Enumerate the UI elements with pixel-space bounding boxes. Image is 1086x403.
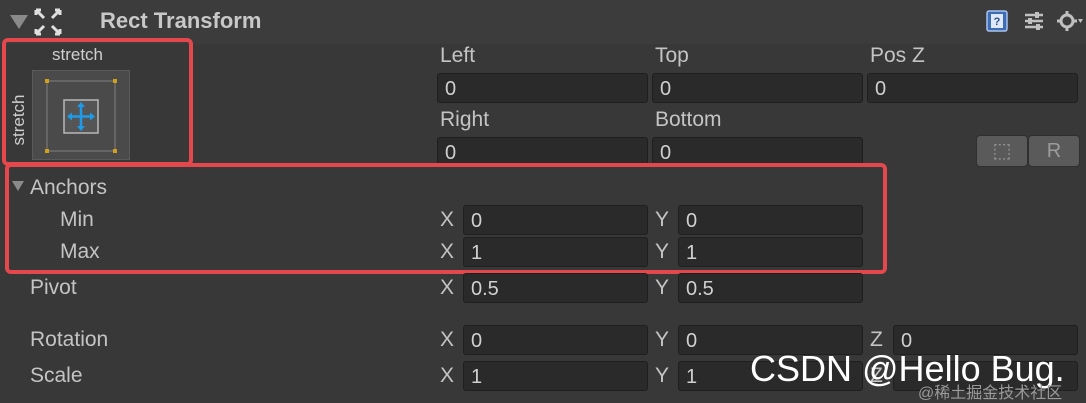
- bottom-label: Bottom: [655, 108, 722, 131]
- pos-z-field[interactable]: 0: [867, 73, 1078, 103]
- scale-x-label[interactable]: X: [440, 364, 454, 388]
- pivot-x-field[interactable]: 0.5: [463, 273, 648, 303]
- component-title: Rect Transform: [100, 8, 262, 33]
- rotation-label: Rotation: [30, 328, 109, 351]
- help-book-icon[interactable]: ?: [985, 9, 1009, 33]
- scale-y-label[interactable]: Y: [655, 364, 669, 388]
- top-field[interactable]: 0: [652, 73, 863, 103]
- preset-sliders-icon[interactable]: [1022, 9, 1046, 33]
- rotation-x-field[interactable]: 0: [463, 325, 648, 355]
- juejin-watermark: @稀土掘金技术社区: [918, 385, 1063, 402]
- rotation-y-label[interactable]: Y: [655, 328, 669, 352]
- right-label: Right: [440, 108, 490, 131]
- rect-transform-icon: [34, 8, 62, 36]
- pivot-x-label[interactable]: X: [440, 276, 454, 300]
- pivot-label: Pivot: [30, 276, 77, 299]
- blueprint-mode-button[interactable]: ⬚: [976, 135, 1028, 167]
- scale-label: Scale: [30, 364, 83, 387]
- scale-x-field[interactable]: 1: [463, 361, 648, 391]
- settings-gear-icon[interactable]: [1056, 9, 1084, 33]
- pivot-y-label[interactable]: Y: [655, 276, 669, 300]
- rotation-x-label[interactable]: X: [440, 328, 454, 352]
- pivot-y-field[interactable]: 0.5: [678, 273, 863, 303]
- left-label: Left: [440, 44, 476, 67]
- left-field[interactable]: 0: [437, 73, 648, 103]
- anchor-preset-highlight: [2, 38, 193, 166]
- raw-edit-button[interactable]: R: [1028, 135, 1080, 167]
- svg-text:?: ?: [994, 16, 1001, 28]
- foldout-arrow-icon[interactable]: [10, 15, 28, 29]
- anchors-highlight: [5, 163, 887, 274]
- pos-z-label: Pos Z: [870, 44, 925, 67]
- top-label: Top: [655, 44, 689, 67]
